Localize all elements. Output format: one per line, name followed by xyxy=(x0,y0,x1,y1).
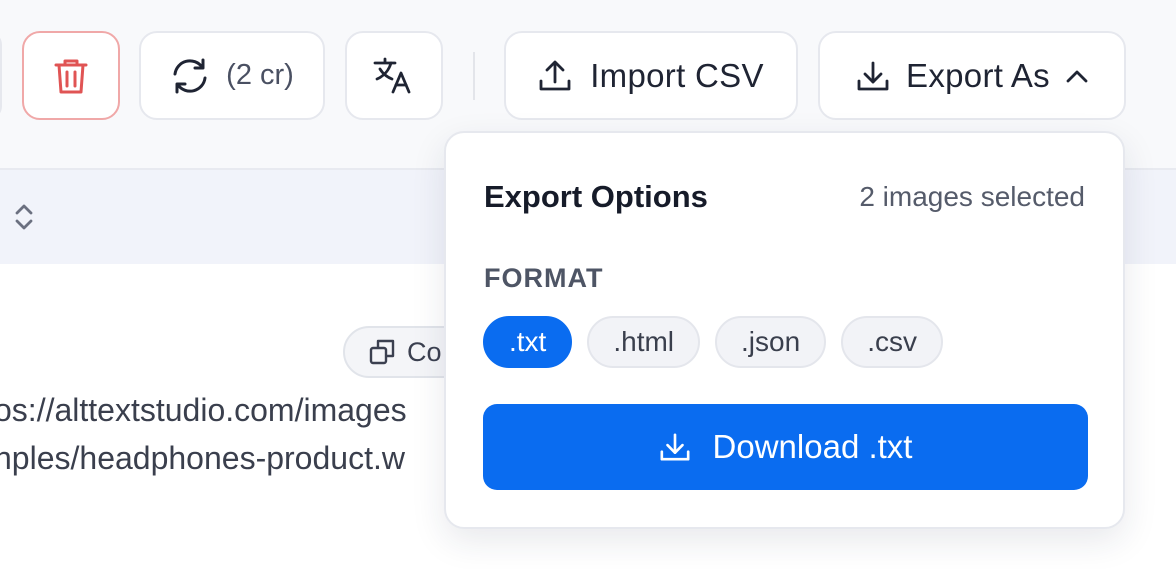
translate-button[interactable] xyxy=(345,31,443,120)
copy-icon xyxy=(369,339,395,365)
copy-label: Co xyxy=(407,336,442,367)
export-as-label: Export As xyxy=(906,56,1050,94)
column-header-fragment: . xyxy=(0,198,2,232)
trash-icon xyxy=(53,56,89,96)
format-option-csv[interactable]: .csv xyxy=(841,316,943,368)
import-csv-label: Import CSV xyxy=(590,56,764,94)
download-icon xyxy=(856,59,890,93)
import-csv-button[interactable]: Import CSV xyxy=(504,31,798,120)
export-options-panel: Export Options 2 images selected FORMAT … xyxy=(444,131,1125,529)
format-label: FORMAT xyxy=(484,263,604,293)
panel-title: Export Options xyxy=(484,179,708,214)
toolbar-button-partial[interactable] xyxy=(0,31,2,120)
regenerate-button[interactable]: (2 cr) xyxy=(139,31,325,120)
refresh-icon xyxy=(170,56,210,96)
upload-icon xyxy=(538,59,572,93)
export-as-button[interactable]: Export As xyxy=(818,31,1126,120)
download-icon xyxy=(659,431,691,463)
format-option-txt[interactable]: .txt xyxy=(483,316,573,368)
format-option-html[interactable]: .html xyxy=(587,316,701,368)
image-url-line-2: nples/headphones-product.w xyxy=(0,440,405,476)
chevron-up-icon xyxy=(1066,69,1088,83)
download-button[interactable]: Download .txt xyxy=(483,404,1088,490)
toolbar-divider xyxy=(473,52,475,100)
sort-icon[interactable] xyxy=(14,203,34,231)
image-url-line-1: os://alttextstudio.com/images xyxy=(0,392,407,428)
regenerate-cost: (2 cr) xyxy=(226,59,294,91)
selection-count: 2 images selected xyxy=(859,181,1085,212)
format-options: .txt .html .json .csv xyxy=(483,316,943,368)
download-label: Download .txt xyxy=(712,428,913,465)
delete-button[interactable] xyxy=(22,31,120,120)
translate-icon xyxy=(372,56,416,96)
format-option-json[interactable]: .json xyxy=(715,316,827,368)
